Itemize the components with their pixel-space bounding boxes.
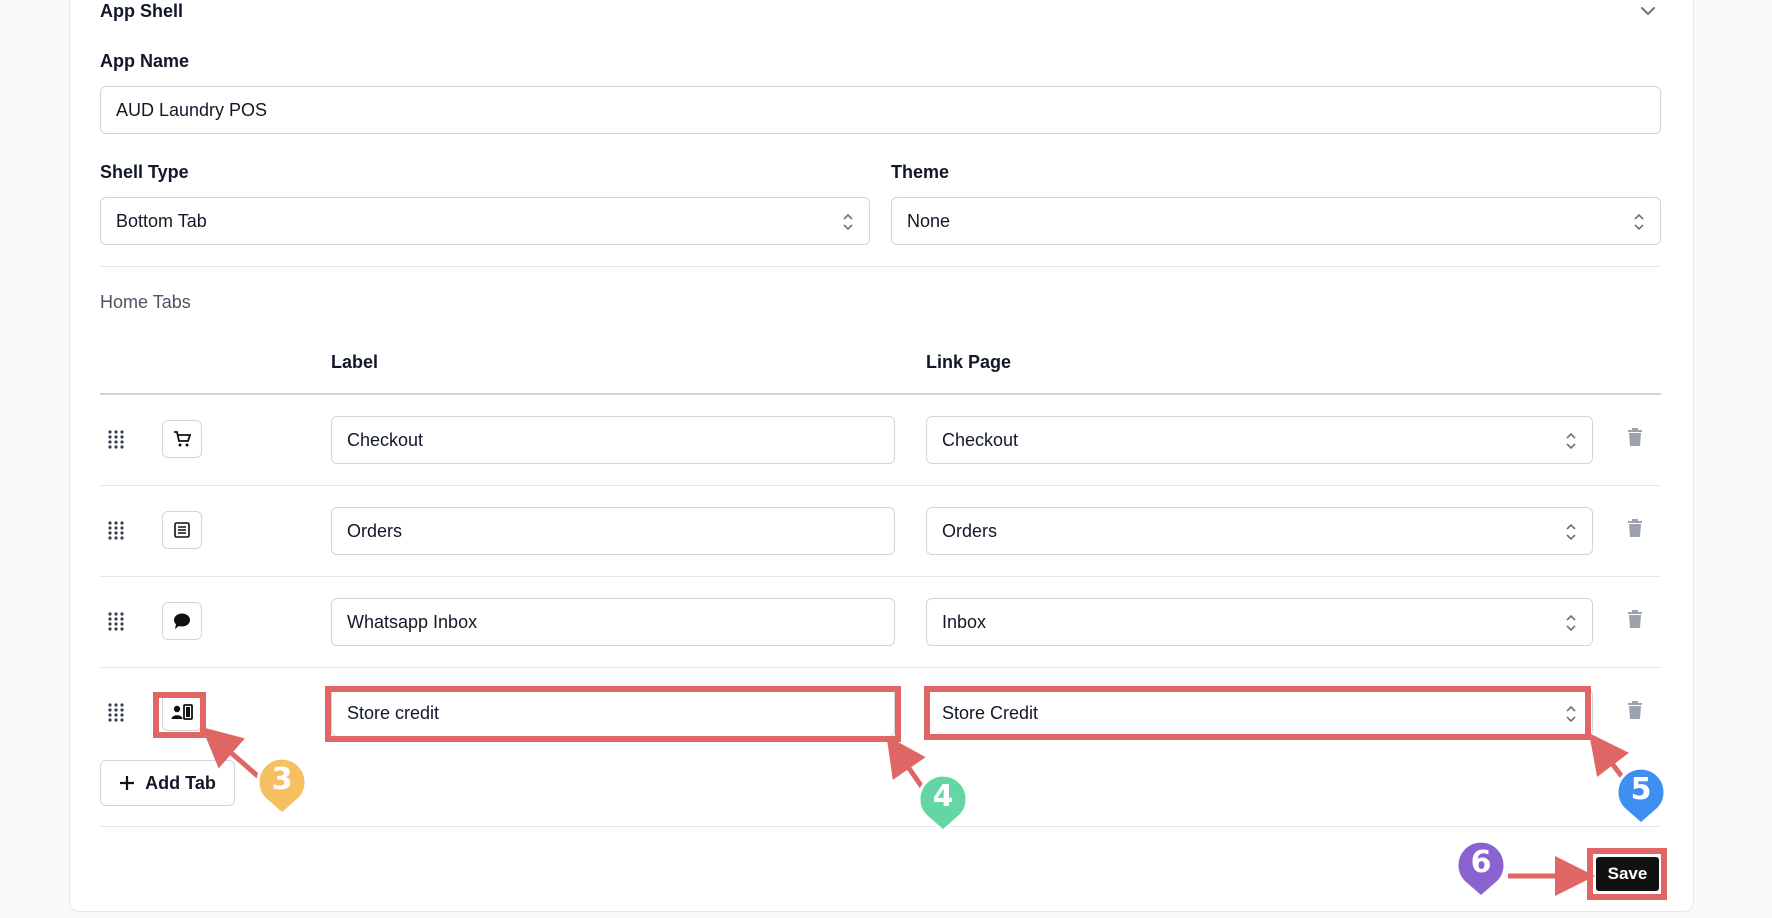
trash-icon[interactable] [1626,427,1644,447]
link-page-value: Store Credit [942,703,1039,723]
link-page-select[interactable]: Store Credit [926,689,1593,737]
trash-icon[interactable] [1626,518,1644,538]
cart-icon [174,431,192,447]
column-header-link-page: Link Page [926,352,1012,372]
select-arrows-icon [1634,213,1644,231]
theme-select[interactable]: None [891,197,1661,245]
trash-icon[interactable] [1626,700,1644,720]
tab-icon-button[interactable] [162,693,202,731]
tab-label-input[interactable]: Checkout [331,416,895,464]
shell-type-value: Bottom Tab [116,211,207,231]
footer-divider [100,826,1661,827]
home-tabs-title: Home Tabs [100,292,191,312]
row-divider [100,667,1661,668]
tab-label-input[interactable]: Orders [331,507,895,555]
tab-label-input[interactable]: Store credit [331,689,895,737]
shell-type-select[interactable]: Bottom Tab [100,197,870,245]
annotation-marker-5: 5 [1615,766,1667,826]
tab-label-input[interactable]: Whatsapp Inbox [331,598,895,646]
link-page-select[interactable]: Orders [926,507,1593,555]
select-arrows-icon [1566,705,1576,723]
link-page-select[interactable]: Inbox [926,598,1593,646]
tab-icon-button[interactable] [162,511,202,549]
annotation-marker-3: 3 [256,756,308,816]
app-name-input[interactable]: AUD Laundry POS [100,86,1661,134]
annotation-marker-4: 4 [917,773,969,833]
drag-handle-icon[interactable] [106,702,126,724]
link-page-value: Inbox [942,612,987,632]
trash-icon[interactable] [1626,609,1644,629]
select-arrows-icon [843,213,853,231]
annotation-marker-6: 6 [1455,839,1507,899]
contact-card-icon [171,704,193,720]
select-arrows-icon [1566,432,1576,450]
plus-icon [120,776,135,790]
shell-type-label: Shell Type [100,162,189,182]
drag-handle-icon[interactable] [106,429,126,451]
chat-icon [174,613,190,629]
column-header-label: Label [331,352,379,372]
select-arrows-icon [1566,523,1576,541]
row-divider [100,576,1661,577]
drag-handle-icon[interactable] [106,520,126,542]
save-button[interactable]: Save [1596,857,1659,891]
link-page-value: Orders [942,521,998,541]
select-arrows-icon [1566,614,1576,632]
tab-icon-button[interactable] [162,420,202,458]
section-title[interactable]: App Shell [100,1,183,22]
list-icon [174,522,190,538]
divider [100,266,1661,267]
chevron-down-icon[interactable] [1637,0,1659,22]
add-tab-button[interactable]: Add Tab [100,760,235,806]
row-divider [100,485,1661,486]
tab-icon-button[interactable] [162,602,202,640]
theme-value: None [907,211,951,231]
drag-handle-icon[interactable] [106,611,126,633]
add-tab-label: Add Tab [145,772,216,793]
app-name-label: App Name [100,51,190,71]
link-page-select[interactable]: Checkout [926,416,1593,464]
theme-label: Theme [891,162,950,182]
link-page-value: Checkout [942,430,1019,450]
table-header-divider [100,393,1661,395]
